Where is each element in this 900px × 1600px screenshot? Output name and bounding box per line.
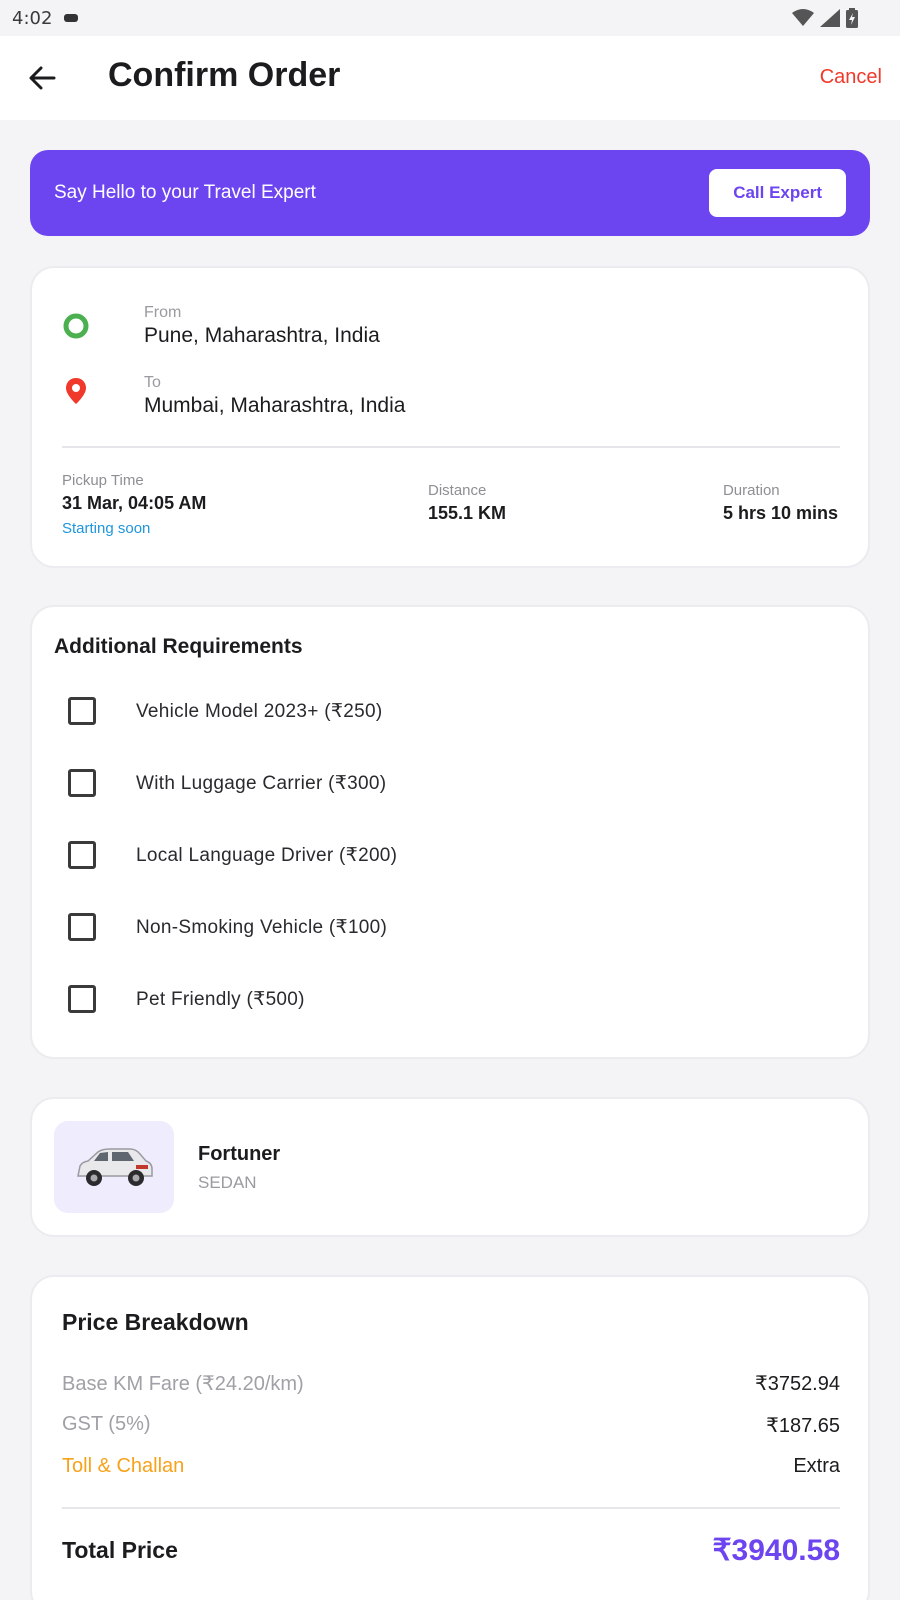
pickup-time: Pickup Time 31 Mar, 04:05 AM Starting so… [62, 472, 206, 537]
from-value: Pune, Maharashtra, India [144, 324, 380, 347]
to-label: To [144, 374, 161, 391]
duration-label: Duration [722, 482, 780, 499]
price-row-value: ₹3752.94 [754, 1373, 840, 1395]
status-bar: 4:02 [0, 0, 900, 36]
pickup-value: 31 Mar, 04:05 AM [62, 493, 207, 513]
price-divider [62, 1507, 840, 1509]
route-divider [62, 446, 840, 448]
signal-icon [820, 9, 840, 27]
duration-value: 5 hrs 10 mins [722, 503, 838, 523]
requirement-item[interactable]: With Luggage Carrier (₹300) [68, 763, 386, 803]
travel-expert-banner: Say Hello to your Travel Expert Call Exp… [30, 150, 870, 236]
page-title: Confirm Order [108, 56, 341, 94]
checkbox[interactable] [68, 985, 96, 1013]
price-heading: Price Breakdown [62, 1309, 249, 1335]
checkbox[interactable] [68, 841, 96, 869]
requirement-label: Non-Smoking Vehicle (₹100) [136, 916, 388, 938]
price-row-label: Base KM Fare (₹24.20/km) [62, 1373, 304, 1395]
total-price-label: Total Price [62, 1537, 178, 1563]
battery-icon [846, 8, 858, 28]
origin-circle-icon [63, 313, 89, 339]
requirement-item[interactable]: Pet Friendly (₹500) [68, 979, 305, 1019]
total-price-row: Total Price ₹3940.58 [62, 1533, 840, 1568]
car-image [77, 1148, 153, 1186]
location-pin-icon [66, 378, 86, 404]
distance-value: 155.1 KM [428, 503, 507, 523]
app-bar: Confirm Order Cancel [0, 36, 900, 120]
checkbox[interactable] [68, 697, 96, 725]
from-label: From [144, 304, 182, 321]
notification-icon [64, 14, 79, 22]
checkbox[interactable] [68, 769, 96, 797]
requirement-label: Pet Friendly (₹500) [136, 988, 305, 1010]
price-row: GST (5%) ₹187.65 [62, 1413, 840, 1438]
back-arrow-icon[interactable] [26, 62, 58, 94]
checkbox[interactable] [68, 913, 96, 941]
vehicle-thumbnail [54, 1121, 174, 1213]
requirement-item[interactable]: Vehicle Model 2023+ (₹250) [68, 691, 382, 731]
vehicle-type: SEDAN [198, 1173, 257, 1192]
vehicle-card[interactable]: Fortuner SEDAN [30, 1097, 870, 1237]
to-value: Mumbai, Maharashtra, India [144, 394, 406, 417]
status-time: 4:02 [12, 7, 53, 29]
price-row: Base KM Fare (₹24.20/km) ₹3752.94 [62, 1371, 840, 1396]
duration: Duration 5 hrs 10 mins [723, 482, 838, 524]
route-card: From Pune, Maharashtra, India To Mumbai,… [30, 266, 870, 568]
requirement-item[interactable]: Local Language Driver (₹200) [68, 835, 397, 875]
distance: Distance 155.1 KM [428, 482, 506, 524]
call-expert-button[interactable]: Call Expert [709, 169, 846, 217]
price-breakdown-card: Price Breakdown Base KM Fare (₹24.20/km)… [30, 1275, 870, 1600]
price-row-toll: Toll & Challan Extra [62, 1455, 840, 1478]
requirements-heading: Additional Requirements [54, 635, 303, 658]
pickup-note: Starting soon [62, 520, 151, 537]
pickup-label: Pickup Time [62, 472, 144, 489]
cancel-button[interactable]: Cancel [820, 66, 882, 89]
price-row-value: ₹187.65 [766, 1415, 840, 1437]
requirement-item[interactable]: Non-Smoking Vehicle (₹100) [68, 907, 387, 947]
requirement-label: With Luggage Carrier (₹300) [136, 772, 387, 794]
price-row-value: Extra [793, 1455, 840, 1477]
wifi-icon [792, 9, 814, 26]
total-price-value: ₹3940.58 [712, 1534, 840, 1567]
price-row-label: GST (5%) [62, 1413, 151, 1435]
distance-label: Distance [428, 482, 487, 499]
vehicle-name: Fortuner [198, 1143, 281, 1165]
requirements-card: Additional Requirements Vehicle Model 20… [30, 605, 870, 1059]
requirement-label: Vehicle Model 2023+ (₹250) [136, 700, 383, 722]
price-row-label: Toll & Challan [62, 1455, 185, 1477]
banner-text: Say Hello to your Travel Expert [54, 182, 316, 203]
requirement-label: Local Language Driver (₹200) [136, 844, 398, 866]
